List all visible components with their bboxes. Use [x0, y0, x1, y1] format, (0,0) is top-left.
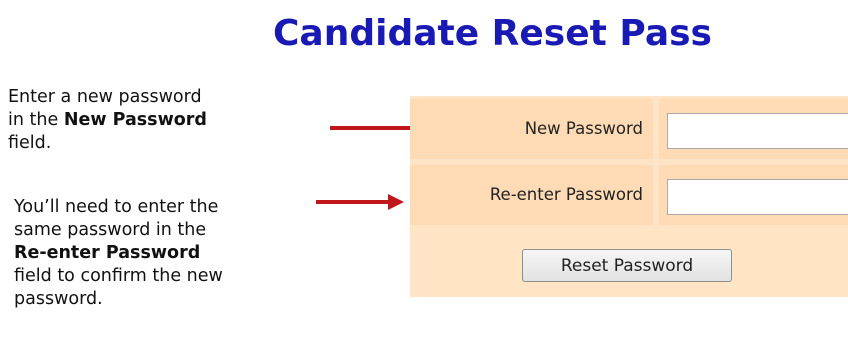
- new-password-label: New Password: [410, 99, 653, 159]
- reset-password-button[interactable]: Reset Password: [522, 249, 732, 282]
- instruction-field-name: New Password: [63, 110, 207, 130]
- reset-password-form: New Password Re-enter Password Reset Pas…: [410, 96, 848, 297]
- reenter-password-instruction: You’ll need to enter the same password i…: [14, 196, 224, 311]
- right-arrow-icon: [316, 194, 404, 210]
- reenter-password-label: Re-enter Password: [410, 165, 653, 225]
- reenter-password-field[interactable]: [667, 179, 848, 215]
- new-password-instruction: Enter a new password in the New Password…: [8, 86, 208, 155]
- instruction-text: field to confirm the new password.: [14, 266, 223, 309]
- new-password-field[interactable]: [667, 113, 848, 149]
- new-password-input-wrap: [659, 99, 848, 159]
- page-title: Candidate Reset Pass: [273, 13, 712, 54]
- instruction-field-name: Re-enter Password: [14, 243, 201, 263]
- instruction-text: field.: [8, 133, 52, 153]
- instruction-text: You’ll need to enter the same password i…: [14, 197, 219, 240]
- reenter-password-input-wrap: [659, 165, 848, 225]
- new-password-cell: [659, 99, 848, 159]
- reenter-password-cell: [659, 165, 848, 225]
